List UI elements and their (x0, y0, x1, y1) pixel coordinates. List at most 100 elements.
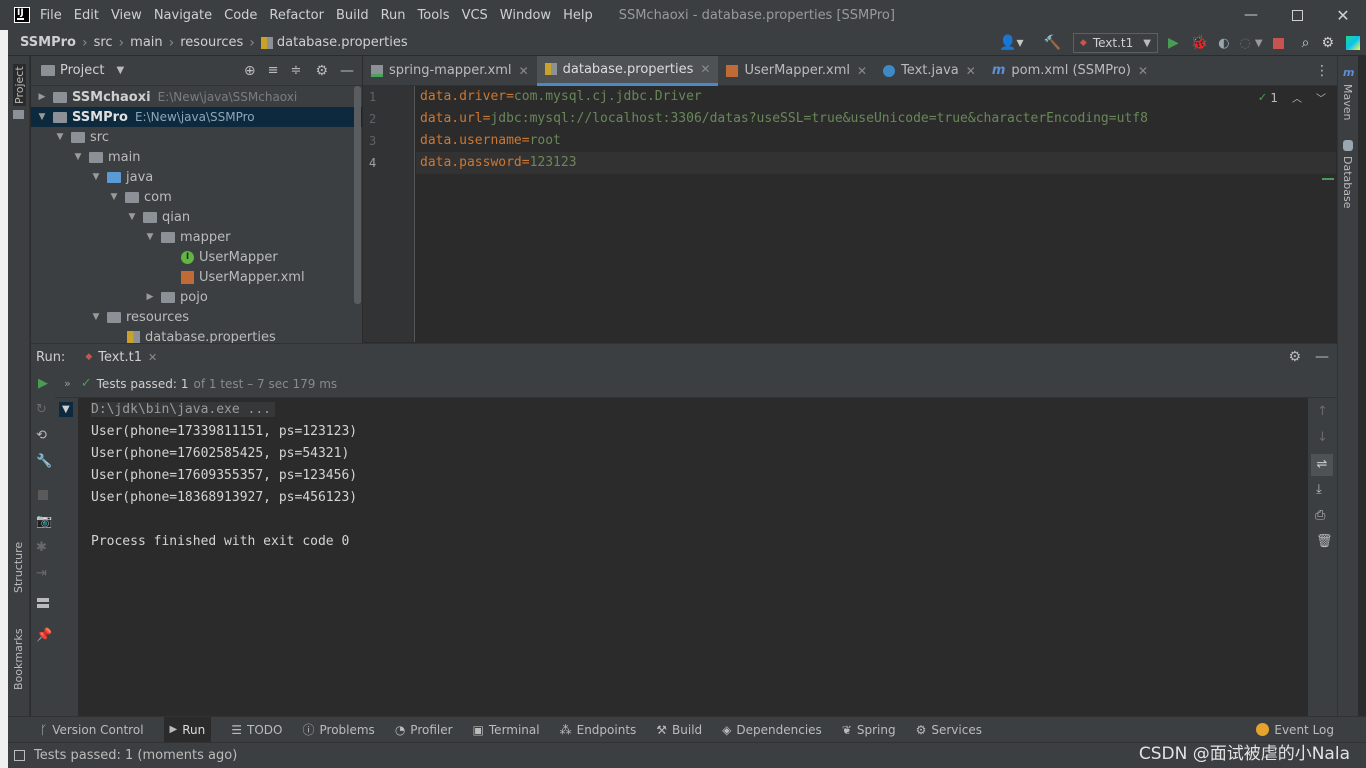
breadcrumb-item[interactable]: src (94, 35, 113, 50)
hide-panel-icon[interactable]: — (340, 63, 354, 79)
hide-panel-icon[interactable]: — (1315, 349, 1329, 365)
chevron-down-icon[interactable]: ▼ (143, 232, 157, 242)
close-icon[interactable]: ✕ (1138, 64, 1148, 78)
tool-dependencies[interactable]: ◈ Dependencies (722, 723, 822, 737)
menu-navigate[interactable]: Navigate (154, 8, 212, 23)
chevron-right-icon[interactable]: ▶ (143, 292, 157, 302)
chevron-down-icon[interactable]: ▼ (89, 312, 103, 322)
tree-item-src[interactable]: ▼ src (31, 127, 362, 147)
project-view-label[interactable]: Project (60, 63, 104, 78)
tool-endpoints[interactable]: ⁂ Endpoints (560, 723, 637, 737)
menu-file[interactable]: File (40, 8, 62, 23)
tree-scrollbar[interactable] (354, 86, 361, 304)
tree-item-usermapper[interactable]: I UserMapper (31, 247, 362, 267)
build-hammer-icon[interactable]: 🔨 (1043, 35, 1060, 51)
chevron-down-icon[interactable]: ▼ (116, 65, 124, 76)
menu-vcs[interactable]: VCS (462, 8, 488, 23)
database-tool-tab[interactable]: Database (1341, 156, 1354, 209)
run-tab[interactable]: ◆ Text.t1 ✕ (85, 350, 157, 365)
tree-item-mapper[interactable]: ▼ mapper (31, 227, 362, 247)
user-icon[interactable]: 👤▾ (999, 35, 1023, 51)
breadcrumb-item[interactable]: resources (180, 35, 243, 50)
run-config-selector[interactable]: ◆ Text.t1 ▼ (1072, 33, 1158, 53)
close-icon[interactable]: ✕ (148, 351, 157, 364)
tab-text-java[interactable]: Text.java ✕ (875, 56, 984, 86)
tree-item-pojo[interactable]: ▶ pojo (31, 287, 362, 307)
chevron-up-icon[interactable]: ︿ (1292, 90, 1302, 105)
structure-tool-tab[interactable]: Structure (12, 542, 25, 593)
tool-spring[interactable]: ❦ Spring (842, 723, 896, 737)
print-icon[interactable]: ⎙ (1315, 508, 1325, 523)
debug-settings-icon[interactable]: ✱ (36, 540, 47, 555)
tool-build[interactable]: ⚒ Build (656, 723, 702, 737)
menu-window[interactable]: Window (500, 8, 551, 23)
status-panel-icon[interactable] (14, 750, 25, 761)
tab-database-properties[interactable]: database.properties ✕ (536, 55, 719, 86)
rerun-icon[interactable]: ▶ (38, 376, 48, 391)
chevron-right-icon[interactable]: ▶ (35, 92, 49, 102)
arrow-up-icon[interactable]: ↑ (1317, 404, 1328, 419)
chevron-down-icon[interactable]: ▼ (35, 112, 49, 122)
tab-pom-xml[interactable]: m pom.xml (SSMPro) ✕ (984, 56, 1156, 86)
menu-build[interactable]: Build (336, 8, 369, 23)
code-editor[interactable]: data.driver=com.mysql.cj.jdbc.Driver dat… (416, 86, 1336, 342)
menu-refactor[interactable]: Refactor (269, 8, 324, 23)
tool-services[interactable]: ⚙ Services (916, 723, 982, 737)
tree-item-java[interactable]: ▼ java (31, 167, 362, 187)
menu-tools[interactable]: Tools (418, 8, 450, 23)
rerun-failed-icon[interactable]: ↻ (36, 402, 47, 417)
tree-item-main[interactable]: ▼ main (31, 147, 362, 167)
tab-usermapper-xml[interactable]: UserMapper.xml ✕ (718, 56, 875, 86)
settings-gear-icon[interactable]: ⚙ (1321, 35, 1334, 51)
chevron-down-icon[interactable]: ▼ (71, 152, 85, 162)
exit-icon[interactable]: ⇥ (36, 566, 47, 581)
tree-item-qian[interactable]: ▼ qian (31, 207, 362, 227)
menu-code[interactable]: Code (224, 8, 257, 23)
tool-terminal[interactable]: ▣ Terminal (473, 723, 540, 737)
coverage-icon[interactable]: ◐ (1218, 36, 1229, 51)
wrench-icon[interactable]: 🔧 (36, 454, 52, 469)
breadcrumb-item[interactable]: database.properties (277, 35, 408, 50)
tree-item-resources[interactable]: ▼ resources (31, 307, 362, 327)
close-icon[interactable]: ✕ (700, 62, 710, 76)
menu-edit[interactable]: Edit (74, 8, 99, 23)
tool-run[interactable]: ▶ Run (163, 717, 212, 742)
tree-item-com[interactable]: ▼ com (31, 187, 362, 207)
trash-icon[interactable]: 🗑 (1316, 534, 1333, 549)
scroll-to-end-icon[interactable]: ⤓ (1316, 482, 1322, 497)
close-icon[interactable]: ✕ (857, 64, 867, 78)
breadcrumb-item[interactable]: main (130, 35, 162, 50)
collapse-all-icon[interactable]: ≑ (291, 63, 302, 78)
inspection-widget[interactable]: ✓ 1 ︿ ﹀ (1259, 90, 1326, 105)
maximize-button[interactable] (1274, 9, 1320, 21)
tab-menu-icon[interactable]: ⋮ (1315, 63, 1329, 79)
menu-run[interactable]: Run (381, 8, 406, 23)
close-icon[interactable]: ✕ (966, 64, 976, 78)
chevron-down-icon[interactable]: ▼ (53, 132, 67, 142)
minimize-button[interactable]: — (1228, 7, 1274, 23)
bookmarks-tool-tab[interactable]: Bookmarks (12, 629, 25, 690)
menu-view[interactable]: View (111, 8, 142, 23)
expand-all-icon[interactable]: ≡ (268, 63, 279, 78)
chevron-down-icon[interactable]: ▼ (89, 172, 103, 182)
tool-profiler[interactable]: ◔ Profiler (395, 723, 453, 737)
double-chevron-icon[interactable]: » (64, 377, 71, 390)
tool-version-control[interactable]: ᚴ Version Control (40, 723, 144, 737)
search-icon[interactable]: ⌕ (1302, 35, 1310, 51)
debug-icon[interactable]: 🐞 (1191, 35, 1208, 51)
soft-wrap-icon[interactable]: ⇌ (1311, 454, 1333, 476)
stop-icon[interactable] (1272, 37, 1284, 49)
run-settings-icon[interactable]: ⚙ (1288, 349, 1301, 365)
more-run-icon[interactable]: ▼ (1255, 38, 1263, 49)
run-icon[interactable]: ▶ (1168, 35, 1179, 51)
tool-todo[interactable]: ☰ TODO (231, 723, 282, 737)
tool-event-log[interactable]: Event Log (1256, 723, 1334, 737)
pin-icon[interactable]: 📌 (36, 628, 52, 643)
maven-tool-tab[interactable]: Maven (1341, 84, 1354, 120)
arrow-down-icon[interactable]: ↓ (1317, 430, 1328, 445)
chevron-down-icon[interactable]: ▼ (125, 212, 139, 222)
menu-help[interactable]: Help (563, 8, 593, 23)
console-output[interactable]: D:\jdk\bin\java.exe ... User(phone=17339… (78, 398, 1308, 716)
stop-icon[interactable] (38, 490, 48, 500)
tree-item-ssmpro[interactable]: ▼ SSMPro E:\New\java\SSMPro (31, 107, 362, 127)
